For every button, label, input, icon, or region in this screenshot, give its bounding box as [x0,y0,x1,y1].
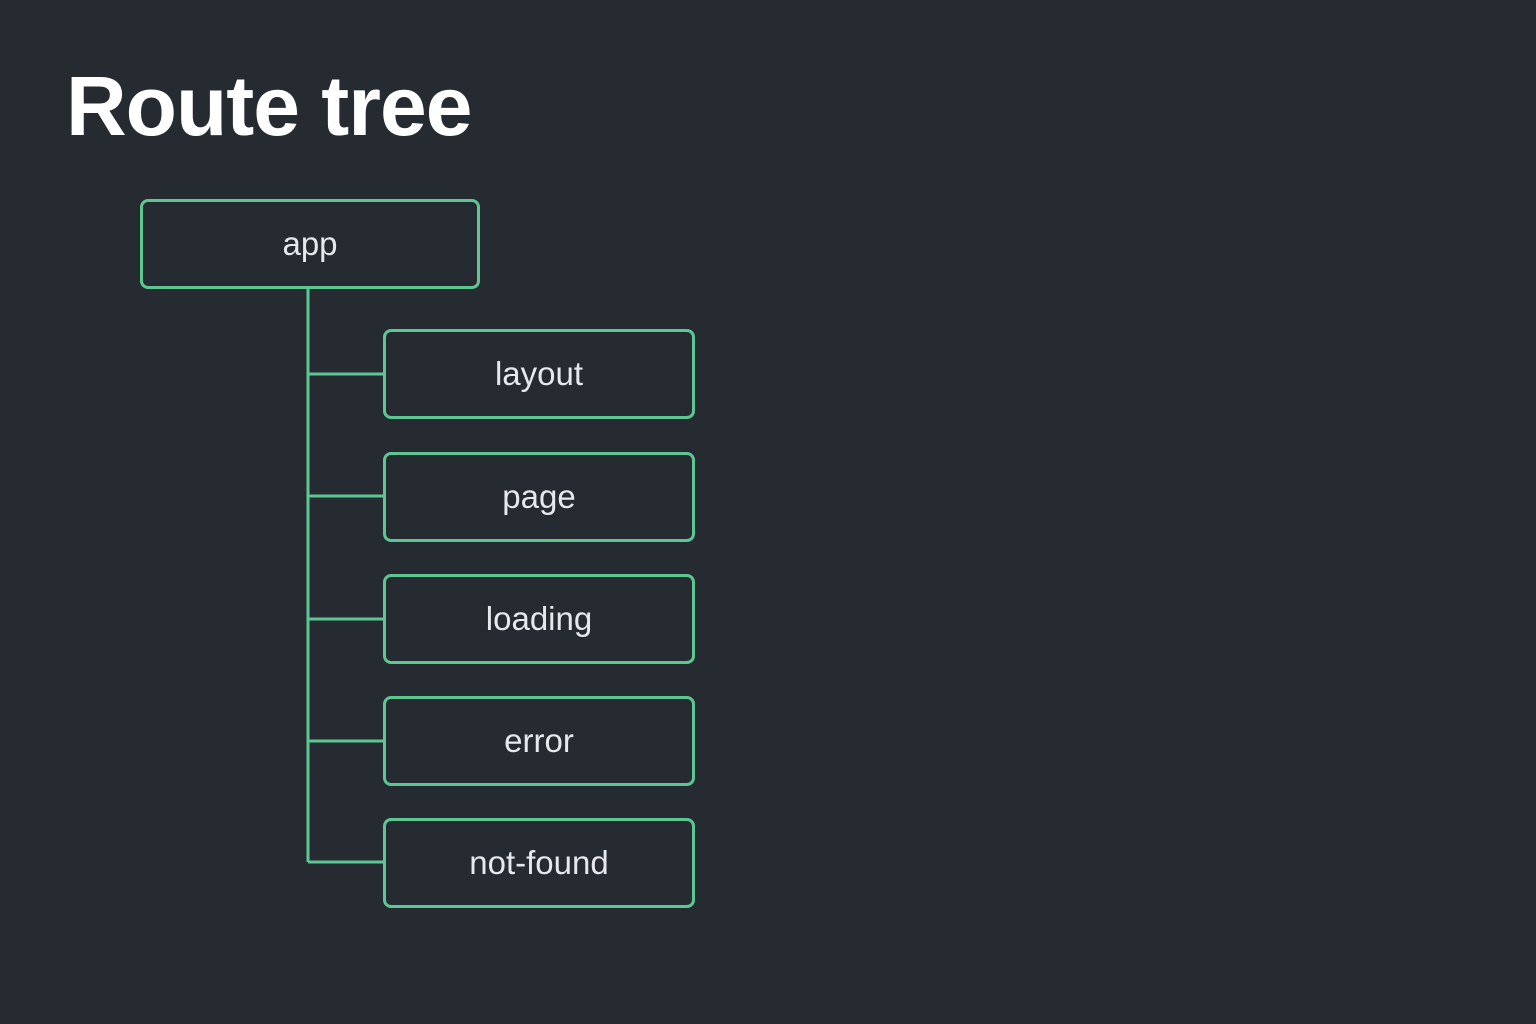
tree-node-label: page [502,478,576,515]
tree-node-label: layout [494,355,584,392]
tree-node-app[interactable]: app [140,199,480,289]
tree-node-error[interactable]: error [383,696,695,786]
tree-node-loading[interactable]: loading [383,574,695,664]
tree-node-not-found[interactable]: not-found [383,818,695,908]
tree-node-label: app [282,225,338,262]
tree-node-layout[interactable]: layout [383,329,695,419]
tree-node-page[interactable]: page [383,452,695,542]
diagram-title: Route tree [66,59,472,153]
tree-node-label: loading [485,600,593,637]
tree-node-label: not-found [469,844,609,881]
tree-node-label: error [504,722,574,759]
